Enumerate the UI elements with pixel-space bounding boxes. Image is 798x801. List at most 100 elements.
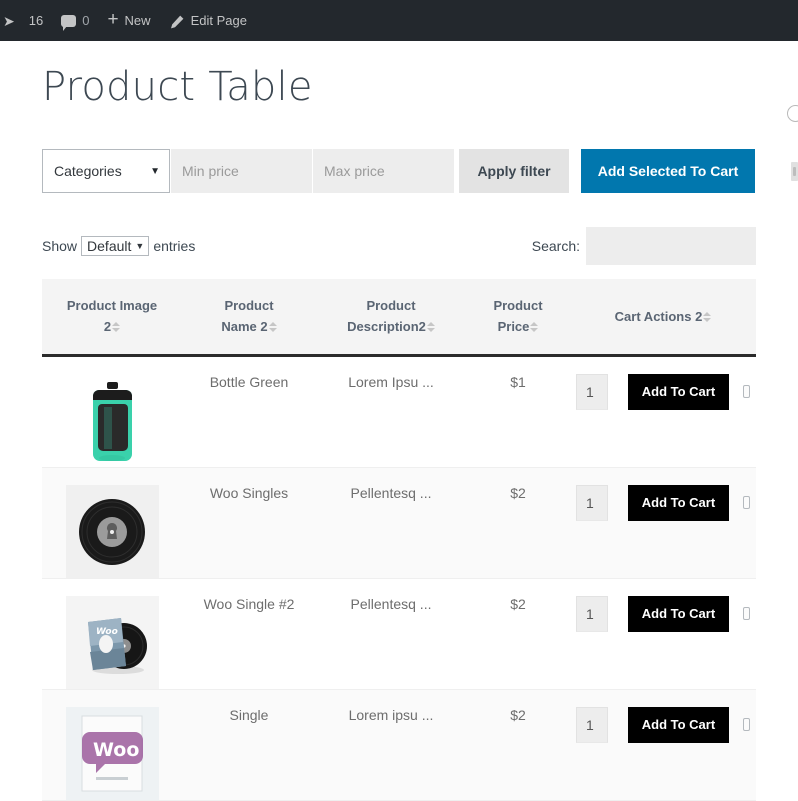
floating-circle-icon[interactable] xyxy=(787,105,798,122)
column-header-product-name[interactable]: Product Name 2 xyxy=(182,279,316,357)
product-table: Product Image 2 Product Name 2 Product D… xyxy=(42,279,756,801)
add-to-cart-button[interactable]: Add To Cart xyxy=(627,373,730,410)
quantity-input[interactable]: 1 xyxy=(576,595,608,632)
max-price-placeholder: Max price xyxy=(324,163,385,179)
cell-product-image: Woo xyxy=(42,578,182,690)
table-row: Bottle Green Lorem Ipsu ... $1 1 Add To … xyxy=(42,355,756,468)
add-selected-to-cart-button[interactable]: Add Selected To Cart xyxy=(581,149,755,193)
cell-product-name: Woo Singles xyxy=(182,467,316,579)
cell-product-description: Lorem Ipsu ... xyxy=(316,355,466,468)
column-header-line1: Product Image xyxy=(66,298,158,313)
svg-text:Woo: Woo xyxy=(93,739,139,761)
min-price-placeholder: Min price xyxy=(182,163,239,179)
cell-product-price: $2 xyxy=(466,578,570,690)
svg-text:Woo: Woo xyxy=(96,627,118,637)
search-label: Search: xyxy=(531,238,580,254)
cell-product-image xyxy=(42,467,182,579)
cell-product-description: Pellentesq ... xyxy=(316,467,466,579)
adminbar-edit-page-label: Edit Page xyxy=(190,13,247,28)
cell-cart-actions: 1 Add To Cart xyxy=(570,467,756,579)
page-title: Product Table xyxy=(42,64,313,110)
adminbar-comments-count: 0 xyxy=(82,13,90,28)
table-row: Woo Single Lorem ipsu ... $2 1 Add To Ca… xyxy=(42,689,756,801)
sort-arrows-icon[interactable] xyxy=(530,322,539,333)
vinyl-record-sleeve-icon[interactable]: Woo xyxy=(65,595,159,689)
entries-label: entries xyxy=(153,238,196,254)
filter-bar: Categories ▼ Min price Max price Apply f… xyxy=(42,149,756,193)
column-header-product-price[interactable]: Product Price xyxy=(466,279,570,357)
row-select-checkbox[interactable] xyxy=(743,718,750,732)
column-header-product-image[interactable]: Product Image 2 xyxy=(42,279,182,357)
table-row: Woo Singles Pellentesq ... $2 1 Add To C… xyxy=(42,467,756,579)
column-header-line2: Description2 xyxy=(347,319,426,335)
cell-product-price: $2 xyxy=(466,689,570,801)
row-select-checkbox[interactable] xyxy=(743,496,750,510)
table-controls: Show Default ▼ entries Search: xyxy=(42,227,756,265)
cell-cart-actions: 1 Add To Cart xyxy=(570,689,756,801)
column-header-line2: Name 2 xyxy=(221,319,268,335)
min-price-input[interactable]: Min price xyxy=(171,149,312,193)
green-water-bottle-icon[interactable] xyxy=(65,373,159,467)
sort-arrows-icon[interactable] xyxy=(426,322,435,333)
column-header-line2: Price xyxy=(497,319,530,335)
category-select[interactable]: Categories ▼ xyxy=(42,149,170,193)
arrow-icon: ➤ xyxy=(3,12,15,29)
row-select-checkbox[interactable] xyxy=(743,385,750,399)
cell-product-image: Woo xyxy=(42,689,182,801)
sort-arrows-icon[interactable] xyxy=(112,322,121,333)
cell-product-description: Lorem ipsu ... xyxy=(316,689,466,801)
show-label: Show xyxy=(42,238,78,254)
category-select-value: Categories xyxy=(54,163,122,179)
cell-cart-actions: 1 Add To Cart xyxy=(570,578,756,690)
apply-filter-button[interactable]: Apply filter xyxy=(459,149,569,193)
cell-product-price: $1 xyxy=(466,355,570,468)
chevron-down-icon: ▼ xyxy=(150,165,160,177)
woo-logo-icon[interactable]: Woo xyxy=(65,706,159,800)
row-select-checkbox[interactable] xyxy=(743,607,750,621)
add-to-cart-button[interactable]: Add To Cart xyxy=(627,595,730,632)
adminbar-new-label: New xyxy=(124,13,151,28)
table-header: Product Image 2 Product Name 2 Product D… xyxy=(42,279,756,357)
plus-icon: + xyxy=(107,9,119,30)
entries-length-value: Default xyxy=(87,238,132,254)
column-header-line2: 2 xyxy=(103,319,112,335)
add-to-cart-button[interactable]: Add To Cart xyxy=(627,484,730,521)
table-header-row: Product Image 2 Product Name 2 Product D… xyxy=(42,279,756,357)
quantity-input[interactable]: 1 xyxy=(576,484,608,521)
cell-product-name: Bottle Green xyxy=(182,355,316,468)
cell-product-price: $2 xyxy=(466,467,570,579)
search-control: Search: xyxy=(532,227,756,265)
table-body: Bottle Green Lorem Ipsu ... $1 1 Add To … xyxy=(42,355,756,801)
column-header-product-description[interactable]: Product Description2 xyxy=(316,279,466,357)
cell-product-description: Pellentesq ... xyxy=(316,578,466,690)
cell-product-name: Single xyxy=(182,689,316,801)
chevron-down-icon: ▼ xyxy=(135,241,145,251)
column-header-line1: Product xyxy=(493,298,543,313)
quantity-input[interactable]: 1 xyxy=(576,373,608,410)
adminbar-item-new[interactable]: + New xyxy=(98,0,159,41)
comment-icon xyxy=(61,14,77,31)
column-header-line1: Product xyxy=(224,298,274,313)
cell-product-image xyxy=(42,355,182,468)
cell-product-name: Woo Single #2 xyxy=(182,578,316,690)
adminbar-item-edit-page[interactable]: Edit Page xyxy=(160,0,256,41)
entries-length-control: Show Default ▼ entries xyxy=(42,236,195,256)
quantity-input[interactable]: 1 xyxy=(576,706,608,743)
adminbar-item-comments[interactable]: 0 xyxy=(52,0,98,41)
column-header-cart-actions[interactable]: Cart Actions 2 xyxy=(570,279,756,357)
column-header-line1: Product xyxy=(366,298,416,313)
search-input[interactable] xyxy=(586,227,756,265)
adminbar-item-updates[interactable]: ➤ 16 xyxy=(2,0,52,41)
column-header-line1: Cart Actions 2 xyxy=(614,308,703,324)
page-scrollbar[interactable] xyxy=(791,162,798,181)
table-row: Woo Woo Single #2 Pellentesq ... $2 1 Ad… xyxy=(42,578,756,690)
sort-arrows-icon[interactable] xyxy=(268,322,277,333)
cell-cart-actions: 1 Add To Cart xyxy=(570,355,756,468)
entries-length-select[interactable]: Default ▼ xyxy=(81,236,150,256)
vinyl-record-icon[interactable] xyxy=(65,484,159,578)
add-to-cart-button[interactable]: Add To Cart xyxy=(627,706,730,743)
adminbar-updates-count: 16 xyxy=(28,13,44,28)
sort-arrows-icon[interactable] xyxy=(703,311,712,322)
admin-bar: ➤ 16 0 + New Edit Page xyxy=(0,0,798,41)
max-price-input[interactable]: Max price xyxy=(313,149,454,193)
